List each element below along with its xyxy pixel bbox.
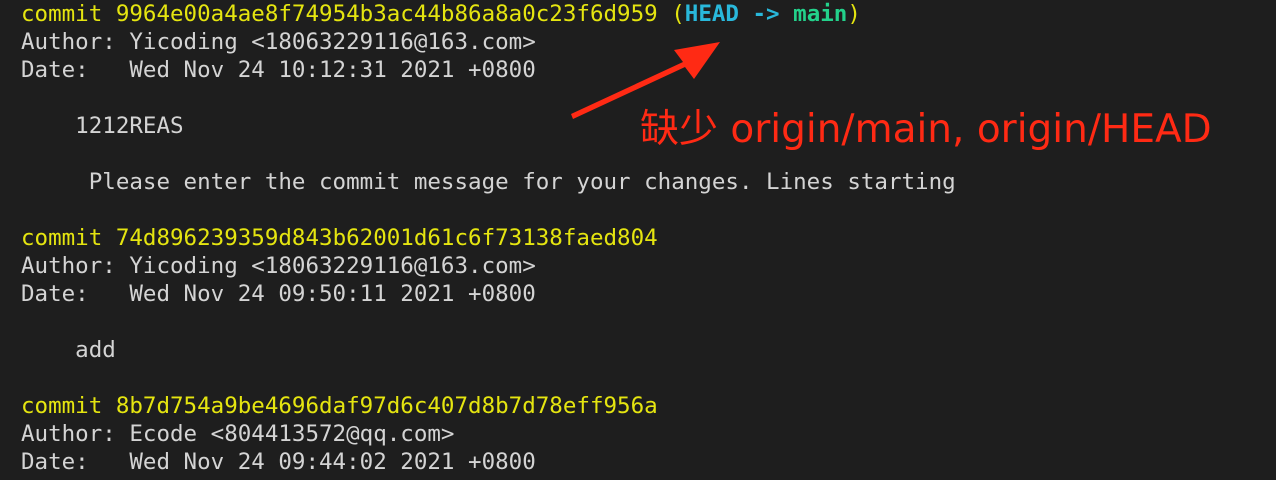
annotation-text: 缺少 origin/main, origin/HEAD xyxy=(640,107,1212,152)
annotation-arrow-icon xyxy=(571,42,720,119)
terminal-window: commit 9964e00a4ae8f74954b3ac44b86a8a0c2… xyxy=(0,0,1276,480)
